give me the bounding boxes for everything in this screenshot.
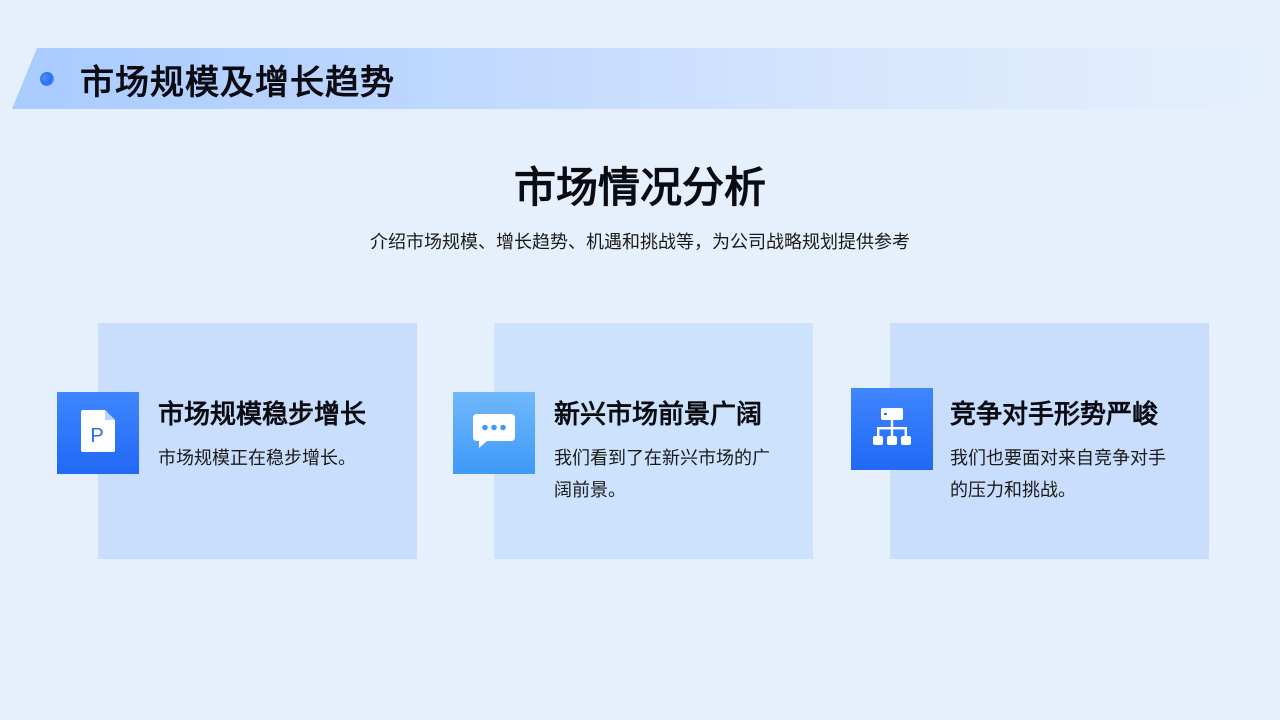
card-background: [98, 323, 417, 559]
page-title: 市场规模及增长趋势: [80, 63, 395, 103]
card-market-growth: P 市场规模稳步增长 市场规模正在稳步增长。: [57, 323, 417, 559]
card-description: 我们看到了在新兴市场的广阔前景。: [554, 448, 770, 501]
card-description: 市场规模正在稳步增长。: [158, 448, 356, 469]
svg-text:P: P: [90, 425, 103, 447]
card-icon-box: [851, 388, 933, 470]
section-subtitle: 介绍市场规模、增长趋势、机遇和挑战等，为公司战略规划提供参考: [370, 232, 910, 253]
card-title: 新兴市场前景广阔: [554, 400, 763, 430]
title-bullet-dot: [40, 72, 54, 86]
card-icon-box: P: [57, 392, 139, 474]
card-competition: 竞争对手形势严峻 我们也要面对来自竞争对手的压力和挑战。: [851, 323, 1209, 559]
card-emerging-markets: 新兴市场前景广阔 我们看到了在新兴市场的广阔前景。: [453, 323, 813, 559]
chat-bubble-icon: [472, 413, 516, 453]
card-background: [494, 323, 813, 559]
section-heading: 市场情况分析: [513, 163, 766, 212]
card-title: 竞争对手形势严峻: [950, 400, 1159, 430]
card-icon-box: [453, 392, 535, 474]
card-background: [890, 323, 1209, 559]
document-p-icon: P: [80, 409, 116, 457]
card-title: 市场规模稳步增长: [158, 400, 367, 430]
card-description: 我们也要面对来自竞争对手的压力和挑战。: [950, 448, 1166, 501]
hierarchy-icon: [872, 407, 912, 451]
